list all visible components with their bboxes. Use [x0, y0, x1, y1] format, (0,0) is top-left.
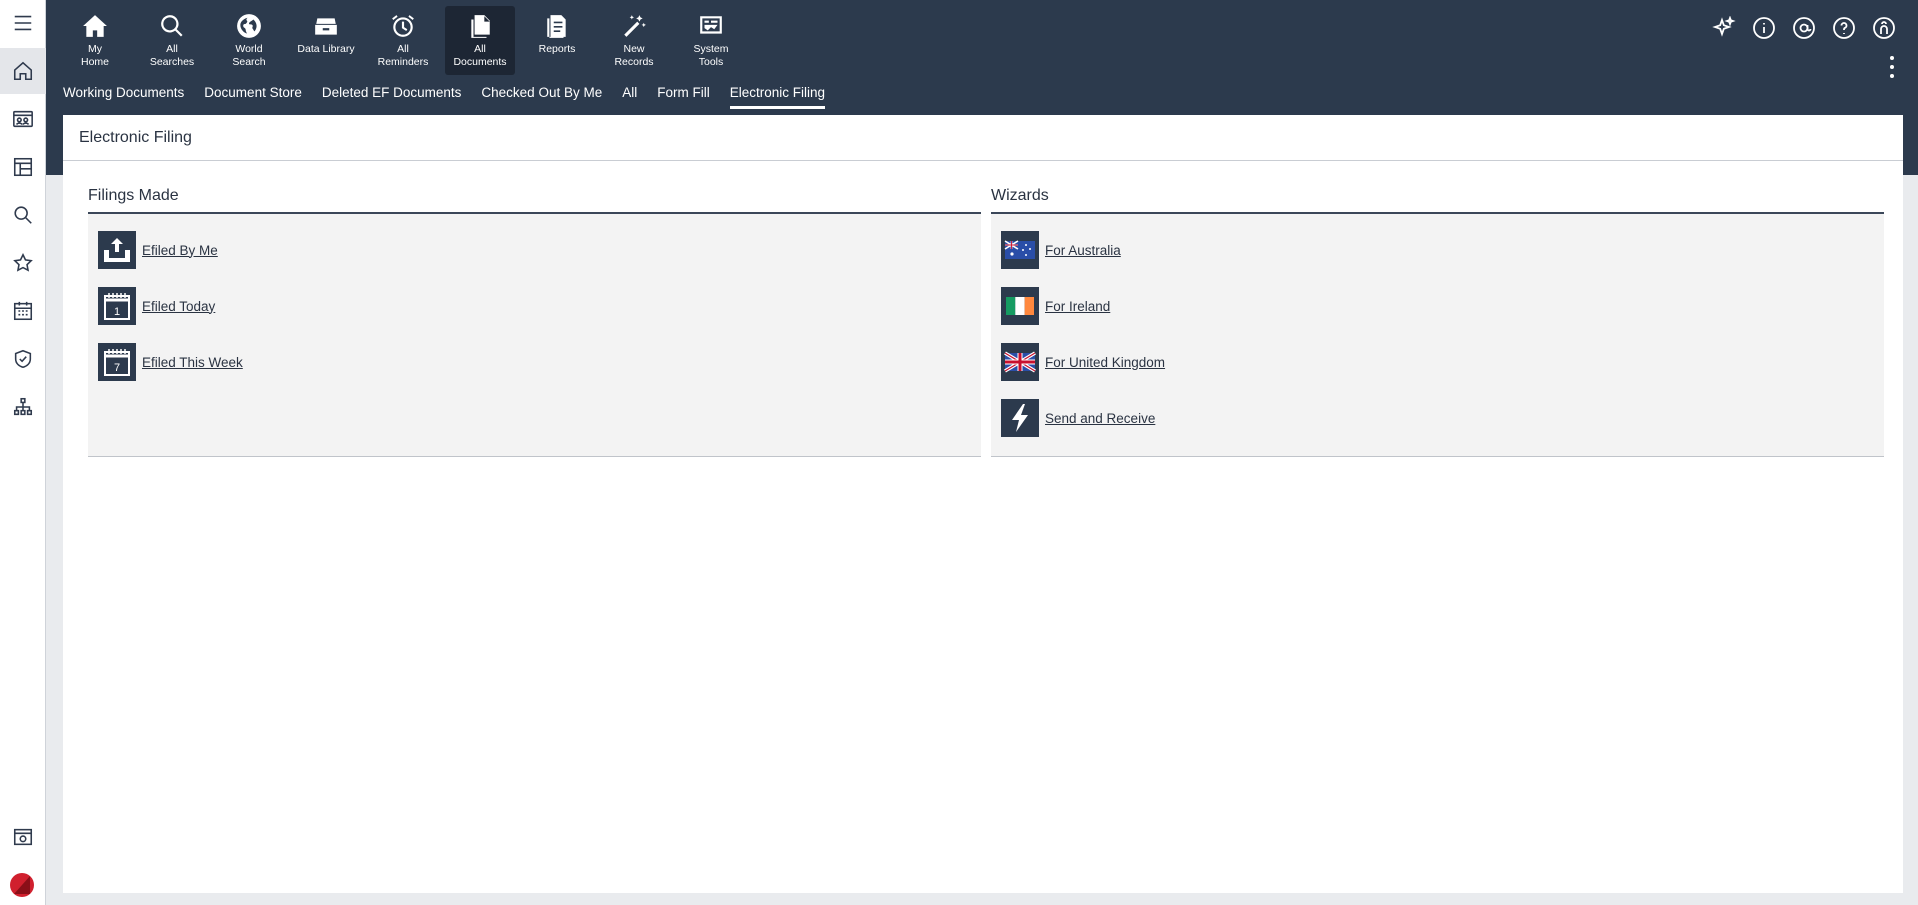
toolbar-label: System Tools	[693, 43, 729, 68]
report-icon	[547, 15, 566, 38]
filings-panel-title: Filings Made	[88, 187, 981, 214]
toolbar-label: Reports	[538, 43, 576, 55]
list-item: 7 Efiled This Week	[88, 343, 981, 381]
help-icon[interactable]	[1830, 14, 1858, 42]
globe-icon	[237, 14, 261, 38]
hierarchy-nav-icon[interactable]	[0, 384, 46, 430]
wizards-panel-body: For Australia For Ireland For United Kin…	[991, 214, 1884, 457]
tab-checked-out-by-me[interactable]: Checked Out By Me	[481, 82, 602, 109]
page-title: Electronic Filing	[63, 115, 1903, 161]
settings-panel-icon[interactable]	[0, 814, 46, 860]
toolbar-label: New Records	[614, 43, 654, 68]
tab-form-fill[interactable]: Form Fill	[657, 82, 710, 109]
shield-nav-icon[interactable]	[0, 336, 46, 382]
toolbar-my-home[interactable]: My Home	[60, 6, 130, 75]
efiled-today-link[interactable]: Efiled Today	[142, 299, 215, 314]
list-item: Send and Receive	[991, 399, 1884, 437]
left-rail	[0, 0, 46, 905]
toolbar-label: My Home	[80, 43, 109, 68]
more-options-icon[interactable]	[1888, 56, 1896, 78]
upload-tray-icon[interactable]	[98, 231, 136, 269]
toolbar-all-searches[interactable]: All Searches	[137, 6, 207, 75]
list-item: For United Kingdom	[991, 343, 1884, 381]
user-profile-icon[interactable]	[1870, 14, 1898, 42]
toolbar-label: All Documents	[453, 43, 507, 68]
contacts-nav-icon[interactable]	[0, 96, 46, 142]
info-icon[interactable]	[1750, 14, 1778, 42]
for-australia-link[interactable]: For Australia	[1045, 243, 1121, 258]
svg-text:7: 7	[114, 362, 120, 374]
tab-all[interactable]: All	[622, 82, 637, 109]
table-nav-icon[interactable]	[0, 144, 46, 190]
mention-at-icon[interactable]	[1790, 14, 1818, 42]
wizards-panel: Wizards For Australia For Ireland For Un…	[991, 187, 1884, 457]
document-tabs: Working Documents Document Store Deleted…	[63, 82, 845, 109]
list-item: Efiled By Me	[88, 231, 981, 269]
calendar-week-icon[interactable]: 7	[98, 343, 136, 381]
home-nav-icon[interactable]	[0, 48, 46, 94]
alarm-clock-icon	[392, 15, 414, 37]
main-toolbar: My Home All Searches World Search Data L…	[60, 6, 753, 76]
ai-sparkle-icon[interactable]	[1710, 14, 1738, 42]
main-card: Electronic Filing Filings Made Efiled By…	[63, 115, 1903, 893]
svg-text:1: 1	[114, 306, 120, 318]
toolbar-system-tools[interactable]: System Tools	[676, 6, 746, 75]
favorites-star-icon[interactable]	[0, 240, 46, 286]
home-icon	[83, 15, 107, 37]
toolbar-label: All Searches	[149, 43, 195, 68]
brand-logo[interactable]	[9, 872, 35, 898]
system-tools-icon	[700, 16, 722, 34]
united-kingdom-flag-icon[interactable]	[1001, 343, 1039, 381]
australia-flag-icon[interactable]	[1001, 231, 1039, 269]
lightning-bolt-icon[interactable]	[1001, 399, 1039, 437]
tab-working-documents[interactable]: Working Documents	[63, 82, 184, 109]
wizards-panel-title: Wizards	[991, 187, 1884, 214]
toolbar-reports[interactable]: Reports	[522, 6, 592, 75]
documents-icon	[471, 15, 490, 38]
efiled-this-week-link[interactable]: Efiled This Week	[142, 355, 243, 370]
toolbar-new-records[interactable]: New Records	[599, 6, 669, 75]
tab-document-store[interactable]: Document Store	[204, 82, 302, 109]
toolbar-label: Data Library	[297, 43, 355, 55]
list-item: For Ireland	[991, 287, 1884, 325]
toolbar-all-documents[interactable]: All Documents	[445, 6, 515, 75]
drawer-icon	[315, 18, 337, 35]
search-icon	[161, 15, 183, 37]
toolbar-label: All Reminders	[377, 43, 429, 68]
magic-wand-icon	[624, 15, 646, 37]
list-item: For Australia	[991, 231, 1884, 269]
filings-made-panel: Filings Made Efiled By Me 1 Efiled Today…	[88, 187, 981, 457]
for-ireland-link[interactable]: For Ireland	[1045, 299, 1110, 314]
list-item: 1 Efiled Today	[88, 287, 981, 325]
toolbar-world-search[interactable]: World Search	[214, 6, 284, 75]
toolbar-all-reminders[interactable]: All Reminders	[368, 6, 438, 75]
toolbar-label: World Search	[232, 43, 266, 68]
tab-electronic-filing[interactable]: Electronic Filing	[729, 82, 826, 109]
hamburger-menu-icon[interactable]	[0, 0, 46, 46]
toolbar-data-library[interactable]: Data Library	[291, 6, 361, 75]
send-and-receive-link[interactable]: Send and Receive	[1045, 411, 1155, 426]
filings-panel-body: Efiled By Me 1 Efiled Today 7 Efiled Thi…	[88, 214, 981, 457]
efiled-by-me-link[interactable]: Efiled By Me	[142, 243, 218, 258]
ireland-flag-icon[interactable]	[1001, 287, 1039, 325]
calendar-day-icon[interactable]: 1	[98, 287, 136, 325]
header-actions	[1698, 14, 1898, 42]
search-nav-icon[interactable]	[0, 192, 46, 238]
calendar-nav-icon[interactable]	[0, 288, 46, 334]
for-united-kingdom-link[interactable]: For United Kingdom	[1045, 355, 1165, 370]
tab-deleted-ef-documents[interactable]: Deleted EF Documents	[322, 82, 462, 109]
